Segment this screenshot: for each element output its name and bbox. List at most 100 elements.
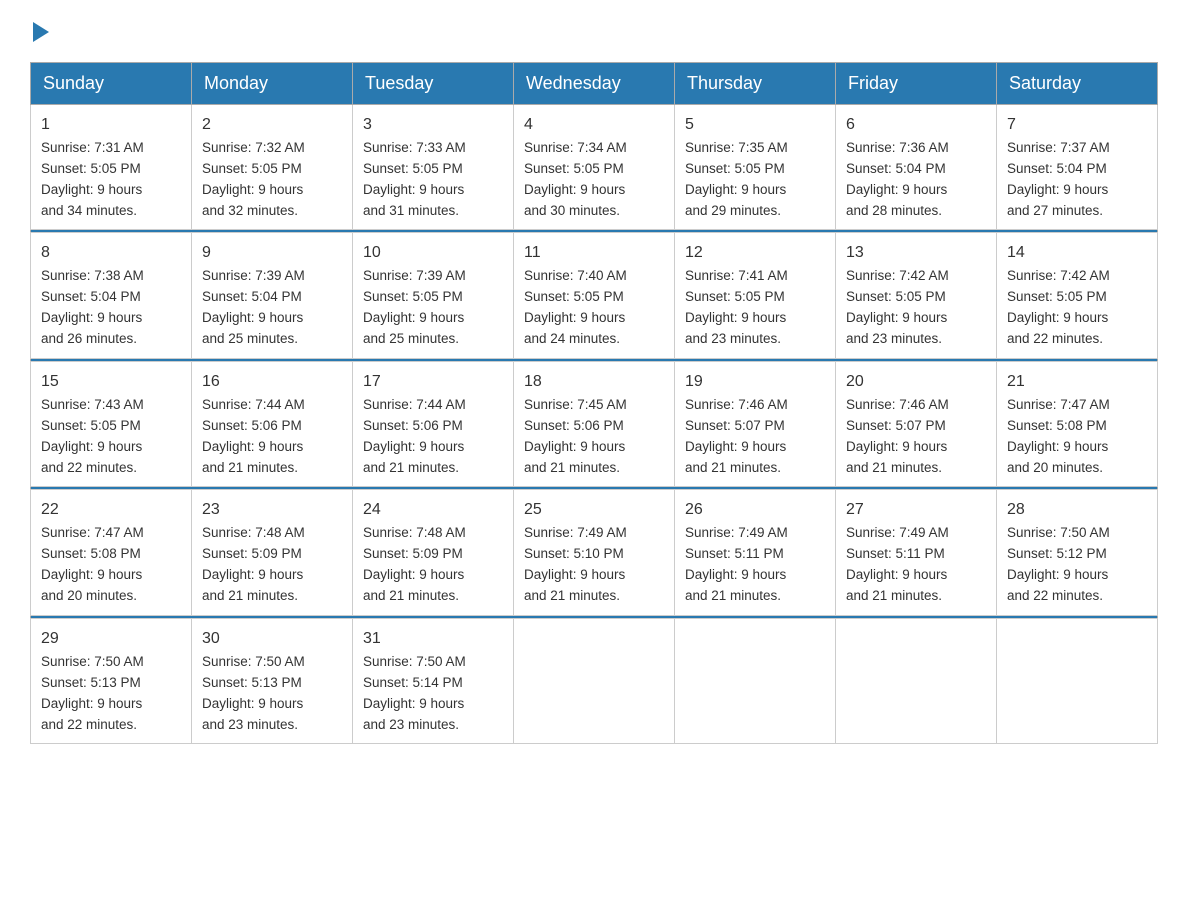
- daylight-minutes: and 21 minutes.: [363, 460, 459, 475]
- calendar-cell: 31 Sunrise: 7:50 AM Sunset: 5:14 PM Dayl…: [353, 618, 514, 743]
- daylight-label: Daylight: 9 hours: [1007, 567, 1108, 582]
- calendar-cell: 29 Sunrise: 7:50 AM Sunset: 5:13 PM Dayl…: [31, 618, 192, 743]
- week-row: 22 Sunrise: 7:47 AM Sunset: 5:08 PM Dayl…: [31, 490, 1158, 615]
- day-number: 19: [685, 370, 825, 395]
- day-number: 9: [202, 241, 342, 266]
- sunrise-label: Sunrise: 7:49 AM: [846, 525, 949, 540]
- week-row: 29 Sunrise: 7:50 AM Sunset: 5:13 PM Dayl…: [31, 618, 1158, 743]
- daylight-label: Daylight: 9 hours: [846, 310, 947, 325]
- day-number: 22: [41, 498, 181, 523]
- daylight-minutes: and 30 minutes.: [524, 203, 620, 218]
- sunrise-label: Sunrise: 7:36 AM: [846, 140, 949, 155]
- sunrise-label: Sunrise: 7:39 AM: [202, 268, 305, 283]
- daylight-label: Daylight: 9 hours: [202, 567, 303, 582]
- sunrise-label: Sunrise: 7:31 AM: [41, 140, 144, 155]
- logo: [30, 20, 49, 42]
- daylight-label: Daylight: 9 hours: [202, 310, 303, 325]
- calendar-cell: [675, 618, 836, 743]
- sunrise-label: Sunrise: 7:38 AM: [41, 268, 144, 283]
- calendar-cell: 8 Sunrise: 7:38 AM Sunset: 5:04 PM Dayli…: [31, 233, 192, 358]
- day-number: 12: [685, 241, 825, 266]
- sunrise-label: Sunrise: 7:42 AM: [846, 268, 949, 283]
- day-number: 7: [1007, 113, 1147, 138]
- calendar-cell: 3 Sunrise: 7:33 AM Sunset: 5:05 PM Dayli…: [353, 105, 514, 230]
- daylight-label: Daylight: 9 hours: [363, 567, 464, 582]
- sunset-label: Sunset: 5:05 PM: [846, 289, 946, 304]
- daylight-minutes: and 22 minutes.: [1007, 331, 1103, 346]
- sunrise-label: Sunrise: 7:49 AM: [524, 525, 627, 540]
- sunrise-label: Sunrise: 7:42 AM: [1007, 268, 1110, 283]
- day-header-monday: Monday: [192, 63, 353, 105]
- calendar-cell: [997, 618, 1158, 743]
- calendar-cell: 21 Sunrise: 7:47 AM Sunset: 5:08 PM Dayl…: [997, 361, 1158, 486]
- daylight-label: Daylight: 9 hours: [685, 439, 786, 454]
- day-number: 16: [202, 370, 342, 395]
- daylight-minutes: and 22 minutes.: [41, 717, 137, 732]
- week-row: 1 Sunrise: 7:31 AM Sunset: 5:05 PM Dayli…: [31, 105, 1158, 230]
- daylight-label: Daylight: 9 hours: [685, 310, 786, 325]
- calendar-cell: 14 Sunrise: 7:42 AM Sunset: 5:05 PM Dayl…: [997, 233, 1158, 358]
- daylight-label: Daylight: 9 hours: [846, 567, 947, 582]
- day-number: 1: [41, 113, 181, 138]
- sunrise-label: Sunrise: 7:50 AM: [1007, 525, 1110, 540]
- daylight-label: Daylight: 9 hours: [41, 182, 142, 197]
- calendar-cell: 2 Sunrise: 7:32 AM Sunset: 5:05 PM Dayli…: [192, 105, 353, 230]
- daylight-minutes: and 21 minutes.: [846, 460, 942, 475]
- calendar-cell: 13 Sunrise: 7:42 AM Sunset: 5:05 PM Dayl…: [836, 233, 997, 358]
- daylight-minutes: and 28 minutes.: [846, 203, 942, 218]
- sunrise-label: Sunrise: 7:32 AM: [202, 140, 305, 155]
- daylight-minutes: and 23 minutes.: [363, 717, 459, 732]
- sunset-label: Sunset: 5:05 PM: [524, 289, 624, 304]
- calendar-cell: 26 Sunrise: 7:49 AM Sunset: 5:11 PM Dayl…: [675, 490, 836, 615]
- sunrise-label: Sunrise: 7:33 AM: [363, 140, 466, 155]
- sunset-label: Sunset: 5:05 PM: [41, 418, 141, 433]
- sunset-label: Sunset: 5:14 PM: [363, 675, 463, 690]
- daylight-minutes: and 26 minutes.: [41, 331, 137, 346]
- day-number: 25: [524, 498, 664, 523]
- sunset-label: Sunset: 5:06 PM: [524, 418, 624, 433]
- day-number: 4: [524, 113, 664, 138]
- sunrise-label: Sunrise: 7:50 AM: [363, 654, 466, 669]
- calendar-cell: 23 Sunrise: 7:48 AM Sunset: 5:09 PM Dayl…: [192, 490, 353, 615]
- daylight-label: Daylight: 9 hours: [363, 182, 464, 197]
- daylight-minutes: and 21 minutes.: [202, 460, 298, 475]
- sunrise-label: Sunrise: 7:40 AM: [524, 268, 627, 283]
- daylight-label: Daylight: 9 hours: [685, 567, 786, 582]
- sunset-label: Sunset: 5:04 PM: [1007, 161, 1107, 176]
- day-header-wednesday: Wednesday: [514, 63, 675, 105]
- sunset-label: Sunset: 5:04 PM: [202, 289, 302, 304]
- page-header: [30, 20, 1158, 42]
- daylight-minutes: and 21 minutes.: [685, 460, 781, 475]
- calendar-cell: 9 Sunrise: 7:39 AM Sunset: 5:04 PM Dayli…: [192, 233, 353, 358]
- daylight-minutes: and 23 minutes.: [846, 331, 942, 346]
- sunset-label: Sunset: 5:07 PM: [685, 418, 785, 433]
- day-number: 6: [846, 113, 986, 138]
- sunset-label: Sunset: 5:07 PM: [846, 418, 946, 433]
- sunset-label: Sunset: 5:05 PM: [202, 161, 302, 176]
- day-number: 24: [363, 498, 503, 523]
- daylight-label: Daylight: 9 hours: [363, 310, 464, 325]
- sunset-label: Sunset: 5:05 PM: [685, 161, 785, 176]
- day-header-thursday: Thursday: [675, 63, 836, 105]
- week-row: 8 Sunrise: 7:38 AM Sunset: 5:04 PM Dayli…: [31, 233, 1158, 358]
- sunset-label: Sunset: 5:05 PM: [524, 161, 624, 176]
- daylight-label: Daylight: 9 hours: [41, 567, 142, 582]
- daylight-minutes: and 25 minutes.: [202, 331, 298, 346]
- daylight-label: Daylight: 9 hours: [1007, 182, 1108, 197]
- daylight-minutes: and 29 minutes.: [685, 203, 781, 218]
- daylight-label: Daylight: 9 hours: [685, 182, 786, 197]
- sunset-label: Sunset: 5:06 PM: [202, 418, 302, 433]
- sunrise-label: Sunrise: 7:47 AM: [41, 525, 144, 540]
- calendar-cell: 19 Sunrise: 7:46 AM Sunset: 5:07 PM Dayl…: [675, 361, 836, 486]
- sunset-label: Sunset: 5:09 PM: [363, 546, 463, 561]
- daylight-minutes: and 21 minutes.: [685, 588, 781, 603]
- sunrise-label: Sunrise: 7:48 AM: [363, 525, 466, 540]
- daylight-minutes: and 21 minutes.: [524, 460, 620, 475]
- day-number: 15: [41, 370, 181, 395]
- sunset-label: Sunset: 5:13 PM: [202, 675, 302, 690]
- week-row: 15 Sunrise: 7:43 AM Sunset: 5:05 PM Dayl…: [31, 361, 1158, 486]
- sunrise-label: Sunrise: 7:39 AM: [363, 268, 466, 283]
- calendar-cell: 25 Sunrise: 7:49 AM Sunset: 5:10 PM Dayl…: [514, 490, 675, 615]
- sunrise-label: Sunrise: 7:46 AM: [685, 397, 788, 412]
- day-number: 18: [524, 370, 664, 395]
